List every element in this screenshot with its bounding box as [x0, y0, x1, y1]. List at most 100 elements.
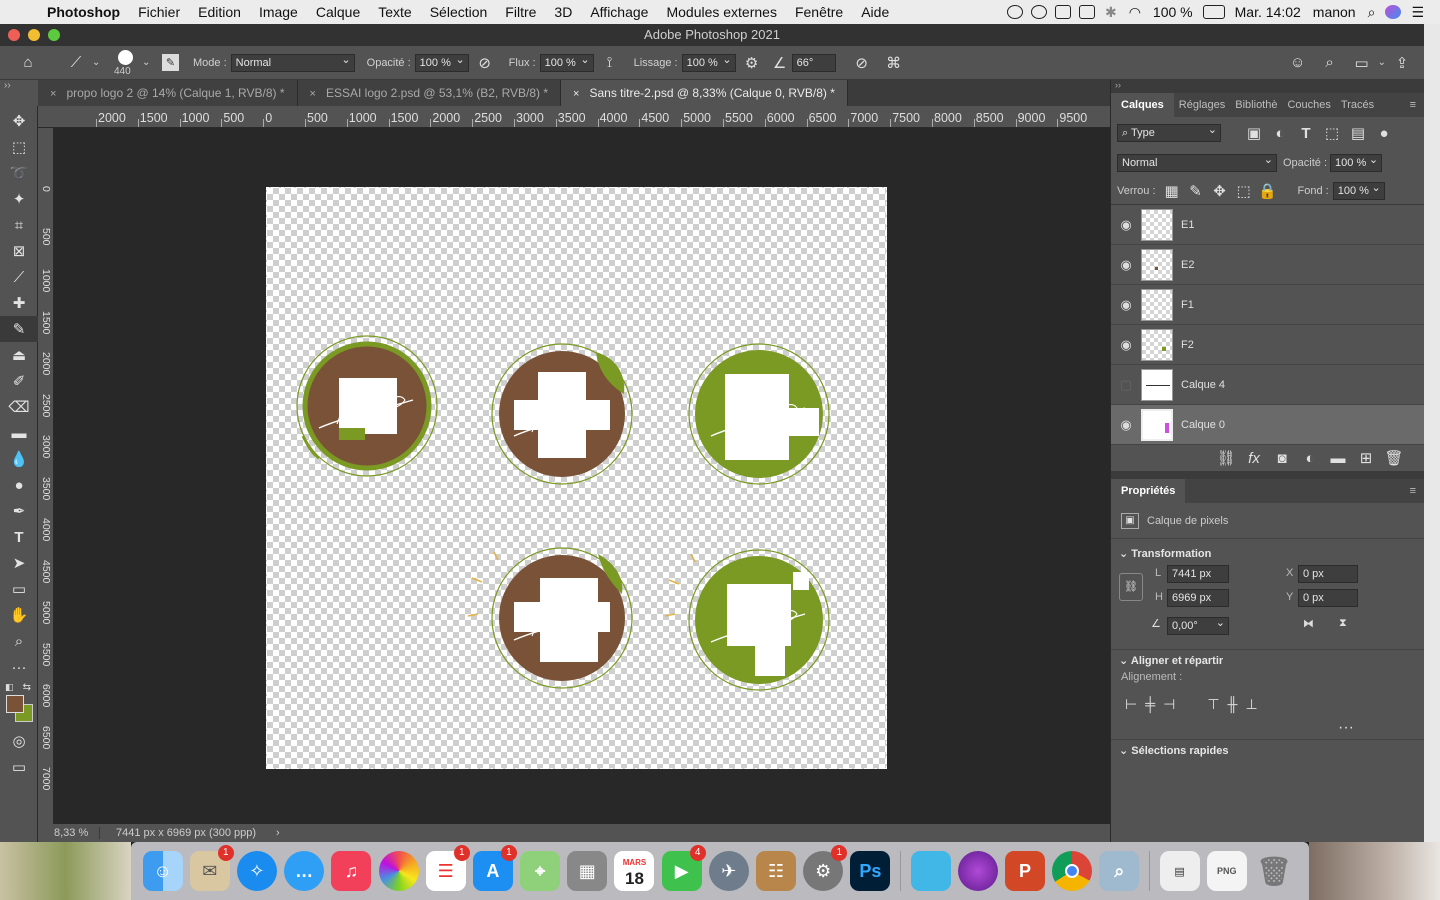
- pressure-opacity-icon[interactable]: ⊘: [475, 53, 495, 73]
- visibility-toggle[interactable]: ▢: [1111, 377, 1141, 393]
- facetime-icon[interactable]: ▶ 4: [661, 845, 706, 891]
- powerpoint-icon[interactable]: P: [1004, 851, 1045, 891]
- menu-modules[interactable]: Modules externes: [657, 4, 786, 20]
- notification-center-icon[interactable]: ☰: [1405, 4, 1430, 21]
- filter-type-icon[interactable]: T: [1296, 123, 1316, 143]
- brush-size-picker[interactable]: 440: [110, 48, 142, 78]
- new-layer-icon[interactable]: ⊞: [1356, 448, 1376, 468]
- adjustment-layer-icon[interactable]: ◐: [1300, 448, 1320, 468]
- filter-smart-icon[interactable]: ▤: [1348, 123, 1368, 143]
- quick-select-tool-icon[interactable]: ✦: [0, 186, 38, 212]
- inkdrop-icon[interactable]: [957, 851, 998, 891]
- menu-fichier[interactable]: Fichier: [129, 4, 189, 20]
- menu-app[interactable]: Photoshop: [38, 4, 129, 20]
- messages-icon[interactable]: …: [284, 851, 325, 891]
- layer-calque-4[interactable]: ▢ Calque 4: [1111, 365, 1424, 405]
- layer-opacity-field[interactable]: 100 %: [1330, 152, 1383, 172]
- lock-position-icon[interactable]: ✥: [1210, 181, 1230, 201]
- tab-proprietes[interactable]: Propriétés: [1111, 479, 1186, 503]
- align-center-h-icon[interactable]: ╪: [1145, 696, 1155, 712]
- menu-image[interactable]: Image: [250, 4, 307, 20]
- align-bottom-icon[interactable]: ⊥: [1245, 696, 1257, 713]
- eye-icon[interactable]: ◉: [1111, 337, 1141, 353]
- foreground-color-swatch[interactable]: [6, 695, 24, 713]
- sync-icon[interactable]: [1030, 5, 1047, 19]
- close-tab-icon[interactable]: ×: [50, 88, 56, 100]
- dodge-tool-icon[interactable]: ●: [0, 472, 38, 498]
- frame-tool-icon[interactable]: ⊠: [0, 238, 38, 264]
- align-top-icon[interactable]: ⊤: [1207, 696, 1219, 713]
- music-icon[interactable]: ♫: [331, 851, 372, 891]
- swap-colors-icon[interactable]: ⇆: [23, 682, 31, 693]
- pressure-size-icon[interactable]: ⊘: [852, 53, 872, 73]
- menu-filtre[interactable]: Filtre: [496, 4, 545, 20]
- panel-menu-icon[interactable]: ≡: [1410, 485, 1424, 497]
- zoom-level[interactable]: 8,33 %: [38, 827, 100, 839]
- lasso-tool-icon[interactable]: ➰: [0, 160, 38, 186]
- contacts-icon[interactable]: ☷: [756, 851, 797, 891]
- eye-icon[interactable]: ◉: [1111, 297, 1141, 313]
- gradient-tool-icon[interactable]: ▬: [0, 420, 38, 446]
- menu-texte[interactable]: Texte: [369, 4, 420, 20]
- chevron-down-icon[interactable]: ⌄: [142, 57, 156, 68]
- transform-section[interactable]: Transformation: [1111, 543, 1424, 565]
- layer-f2[interactable]: ◉ F2: [1111, 325, 1424, 365]
- type-tool-icon[interactable]: T: [0, 524, 38, 550]
- link-layers-icon[interactable]: ⛓: [1216, 448, 1236, 468]
- document-canvas[interactable]: [266, 187, 887, 769]
- tab-essai-logo[interactable]: × ESSAI logo 2.psd @ 53,1% (B2, RVB/8) *: [297, 80, 562, 106]
- folder-icon[interactable]: [910, 851, 951, 891]
- lock-transparency-icon[interactable]: ▦: [1162, 181, 1182, 201]
- quick-selections-section[interactable]: Sélections rapides: [1111, 739, 1424, 761]
- filter-pixel-icon[interactable]: ▣: [1244, 123, 1264, 143]
- battery-icon[interactable]: [1202, 5, 1225, 19]
- eraser-tool-icon[interactable]: ⌫: [0, 394, 38, 420]
- menu-affichage[interactable]: Affichage: [581, 4, 657, 20]
- reminders-icon[interactable]: ☰ 1: [425, 845, 470, 891]
- close-tab-icon[interactable]: ×: [573, 88, 579, 100]
- screen-mode-icon[interactable]: ▭: [0, 754, 38, 780]
- finder-icon[interactable]: ☺: [142, 851, 183, 891]
- chevron-right-icon[interactable]: ›: [276, 827, 280, 839]
- width-field[interactable]: 7441 px: [1167, 565, 1229, 583]
- wifi-icon[interactable]: ◠: [1123, 4, 1147, 21]
- flip-horizontal-icon[interactable]: ⧓: [1303, 617, 1314, 630]
- brush-preset-icon[interactable]: ⟋: [66, 53, 86, 73]
- menu-calque[interactable]: Calque: [307, 4, 369, 20]
- layer-f1[interactable]: ◉ F1: [1111, 285, 1424, 325]
- height-field[interactable]: 6969 px: [1167, 589, 1229, 607]
- brush-tool-icon[interactable]: ✎: [0, 316, 38, 342]
- quick-mask-icon[interactable]: ◎: [0, 728, 38, 754]
- window-thumbnail-icon[interactable]: ▤: [1159, 851, 1200, 891]
- hand-tool-icon[interactable]: ✋: [0, 602, 38, 628]
- panel-collapse-icon[interactable]: ››: [1111, 80, 1424, 93]
- eye-icon[interactable]: ◉: [1111, 257, 1141, 273]
- calendar-icon[interactable]: MARS 18: [614, 851, 655, 891]
- safari-icon[interactable]: ✧: [236, 851, 277, 891]
- canvas-workspace[interactable]: [54, 128, 1110, 824]
- tab-reglages[interactable]: Réglages: [1174, 93, 1230, 117]
- workspace-icon[interactable]: ▭: [1352, 53, 1372, 73]
- tab-bibliotheques[interactable]: Bibliothè: [1230, 93, 1282, 117]
- filter-toggle-icon[interactable]: ●: [1374, 123, 1394, 143]
- tool-icon[interactable]: [1054, 5, 1071, 19]
- bluetooth-icon[interactable]: ✱: [1099, 4, 1123, 21]
- close-tab-icon[interactable]: ×: [310, 88, 316, 100]
- menu-aide[interactable]: Aide: [852, 4, 898, 20]
- chevron-down-icon[interactable]: ⌄: [92, 57, 106, 68]
- share-icon[interactable]: ⇪: [1392, 53, 1412, 73]
- align-right-icon[interactable]: ⊣: [1163, 696, 1175, 713]
- lissage-field[interactable]: 100 %: [681, 52, 736, 72]
- pen-tool-icon[interactable]: ✒: [0, 498, 38, 524]
- tab-calques[interactable]: Calques: [1111, 93, 1174, 117]
- learn-icon[interactable]: ☺: [1288, 53, 1308, 73]
- photoshop-icon[interactable]: Ps: [850, 851, 891, 891]
- menu-3d[interactable]: 3D: [545, 4, 581, 20]
- align-section[interactable]: Aligner et répartir: [1111, 649, 1424, 671]
- clock[interactable]: Mar. 14:02: [1229, 4, 1307, 20]
- siri-icon[interactable]: [1385, 5, 1402, 19]
- mode-select[interactable]: Normal: [230, 52, 355, 72]
- fill-field[interactable]: 100 %: [1332, 180, 1385, 200]
- minimize-window-button[interactable]: [28, 29, 40, 41]
- preview-icon[interactable]: ⌕: [1099, 851, 1140, 891]
